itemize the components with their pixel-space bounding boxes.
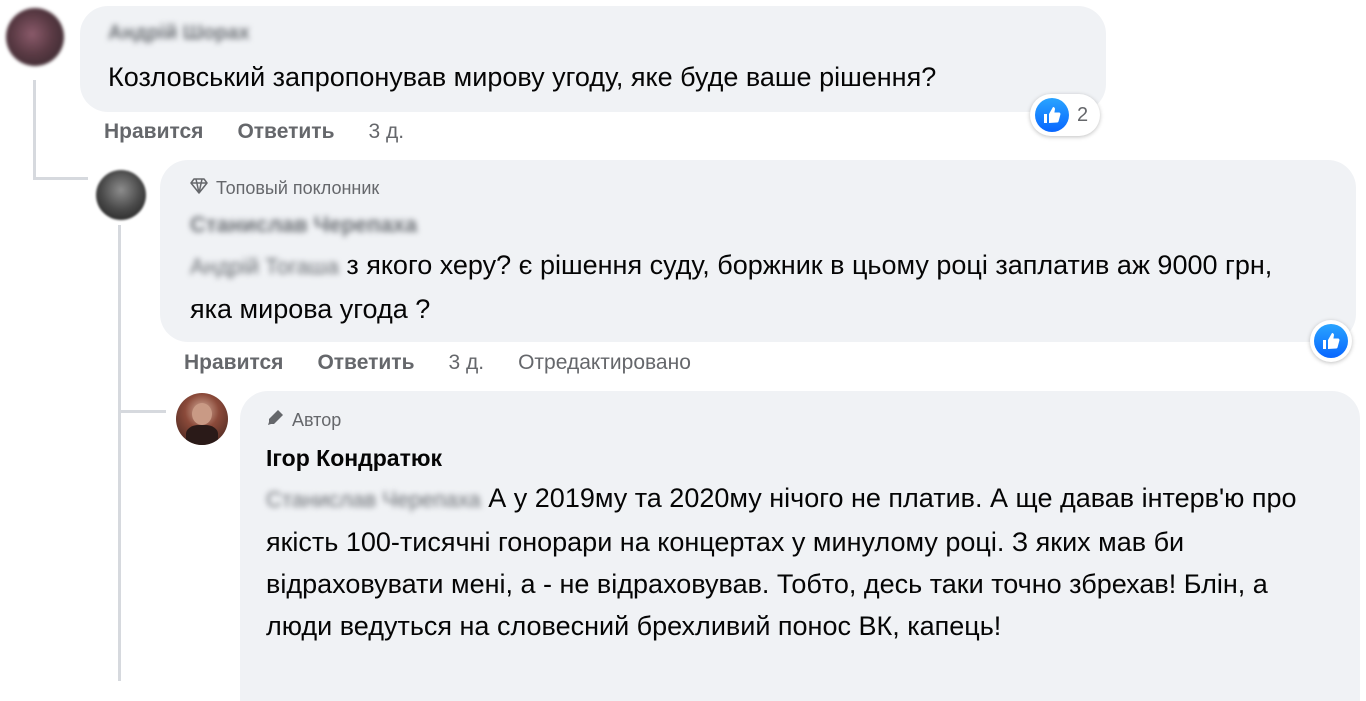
top-fan-badge: Топовый поклонник (190, 178, 379, 199)
like-button[interactable]: Нравится (104, 120, 203, 144)
pen-icon (266, 409, 284, 432)
badge-label: Автор (292, 410, 342, 430)
thread-line-1-horizontal (33, 177, 88, 180)
thread-line-2-horizontal (118, 410, 166, 413)
comment-text: Станислав Черепаха А у 2019му та 2020му … (266, 477, 1326, 647)
comment-text: Козловський запропонував мирову угоду, я… (108, 62, 937, 92)
author-badge: Автор (266, 409, 341, 432)
thread-line-1-vertical (33, 80, 36, 180)
comment-bubble-3: Автор Ігор Кондратюк Станислав Черепаха … (240, 391, 1360, 701)
reaction-count: 2 (1077, 103, 1089, 126)
thread-line-2-vertical (118, 225, 121, 681)
comment-author[interactable]: Андрій Шорах (108, 22, 250, 45)
comment-body: з якого херу? є рішення суду, боржник в … (190, 250, 1273, 324)
avatar[interactable] (6, 8, 64, 66)
like-button[interactable]: Нравится (184, 351, 283, 375)
edited-label[interactable]: Отредактировано (518, 351, 691, 375)
badge-label: Топовый поклонник (216, 178, 380, 198)
comment-actions: Нравится Ответить 3 д. (104, 120, 438, 144)
comment-text: Андрій Тогаша з якого херу? є рішення су… (190, 244, 1310, 330)
reaction-summary[interactable] (1310, 320, 1352, 362)
reply-button[interactable]: Ответить (317, 351, 414, 375)
comment-bubble-2: Топовый поклонник Станислав Черепаха Анд… (160, 160, 1356, 342)
comment-actions: Нравится Ответить 3 д. Отредактировано (184, 351, 725, 375)
avatar[interactable] (96, 170, 146, 220)
comment-bubble-1: Андрій Шорах Козловський запропонував ми… (80, 6, 1106, 112)
reaction-summary[interactable]: 2 (1030, 94, 1101, 136)
reply-button[interactable]: Ответить (237, 120, 334, 144)
comment-author[interactable]: Станислав Черепаха (190, 212, 417, 238)
mention-tag[interactable]: Станислав Черепаха (266, 479, 481, 521)
like-icon (1314, 324, 1348, 358)
avatar[interactable] (176, 393, 228, 445)
diamond-icon (190, 178, 208, 199)
like-icon (1035, 98, 1069, 132)
comment-author[interactable]: Ігор Кондратюк (266, 445, 442, 472)
mention-tag[interactable]: Андрій Тогаша (190, 246, 339, 288)
timestamp[interactable]: 3 д. (448, 351, 484, 375)
timestamp[interactable]: 3 д. (368, 120, 404, 144)
